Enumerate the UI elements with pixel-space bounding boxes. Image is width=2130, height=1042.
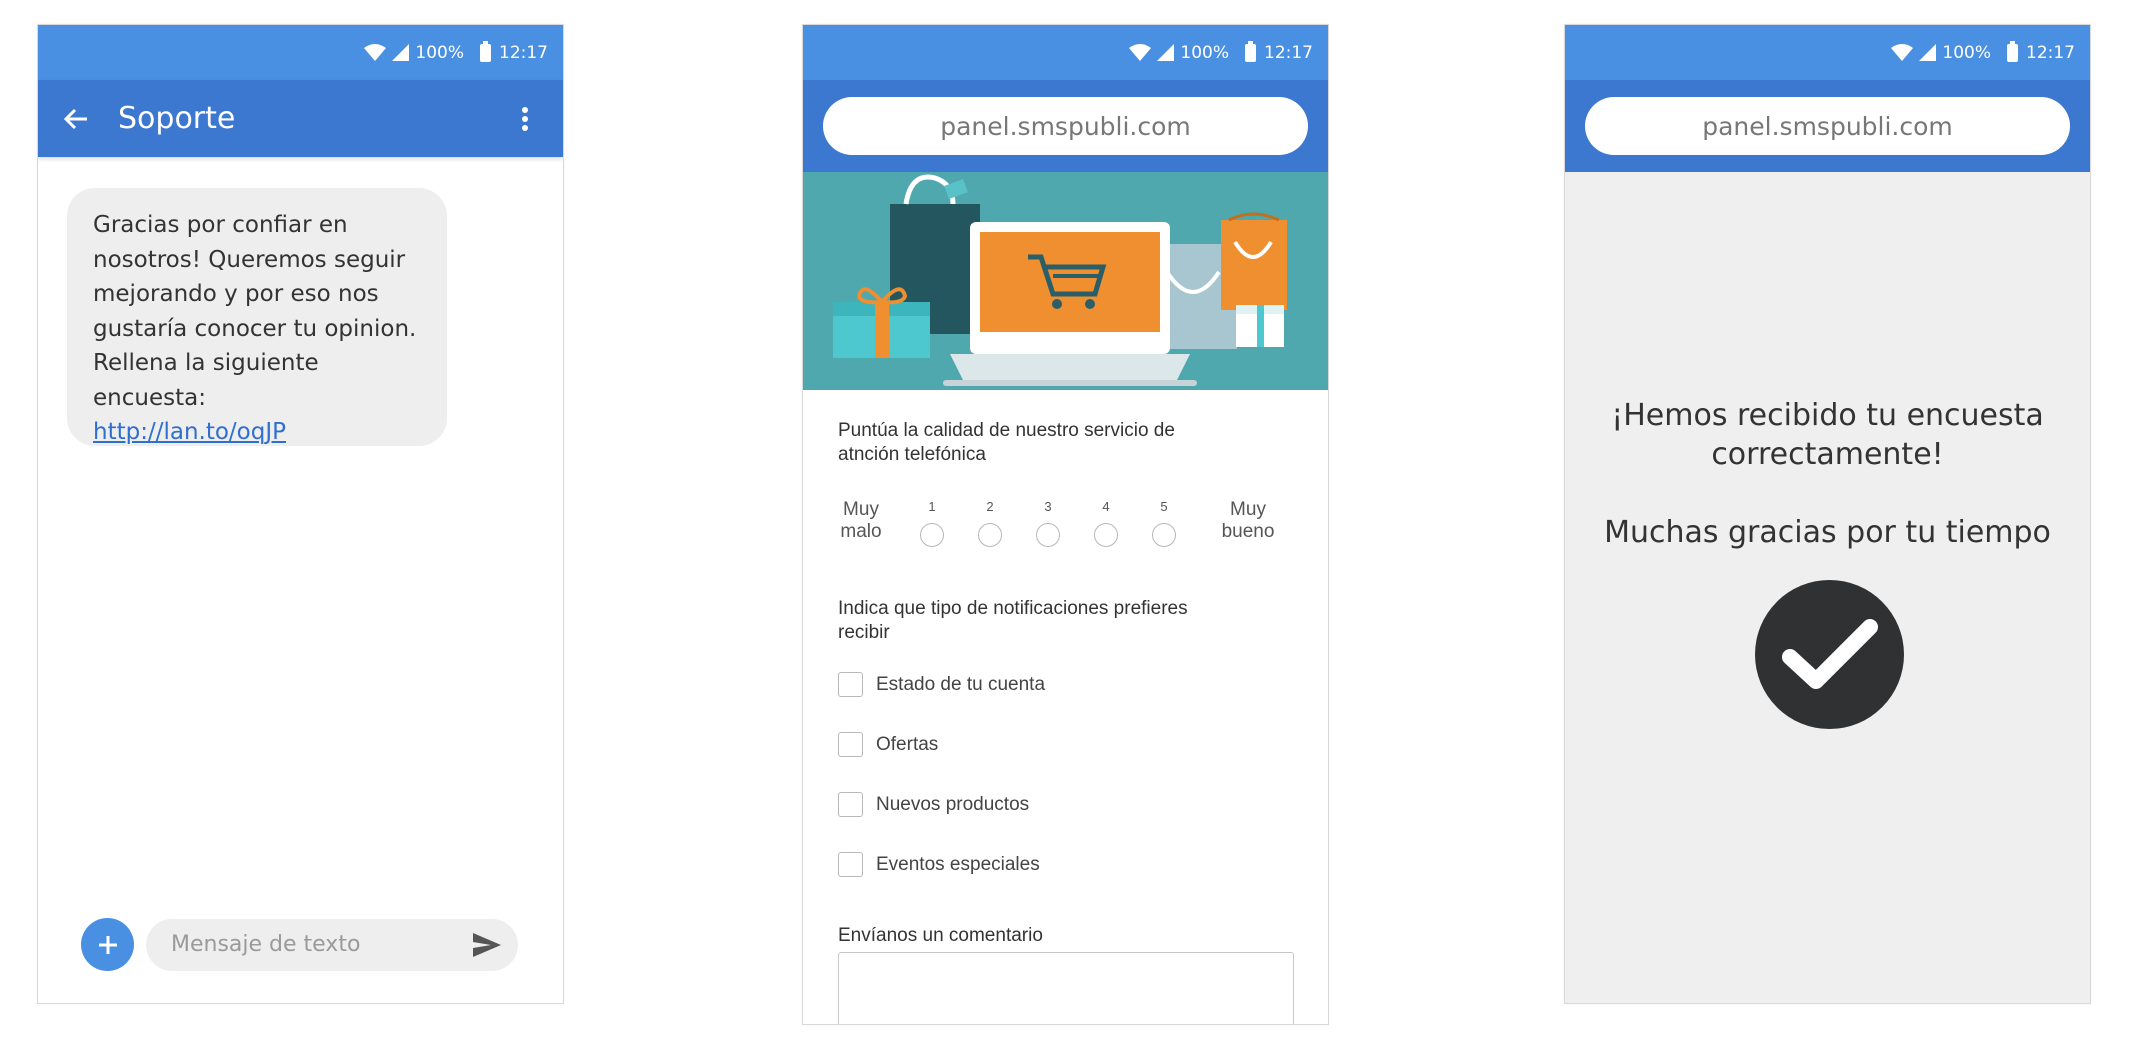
signal-icon — [1157, 44, 1175, 61]
scale-number-2: 2 — [986, 499, 994, 514]
wifi-icon — [364, 44, 387, 61]
app-bar: Soporte — [38, 80, 563, 157]
question-1-line: Puntúa la calidad de nuestro servicio de — [838, 420, 1175, 441]
url-field[interactable]: panel.smspubli.com — [823, 97, 1308, 155]
back-button[interactable] — [56, 99, 96, 139]
status-time: 12:17 — [2026, 42, 2075, 63]
shopping-illustration-art — [833, 174, 1287, 386]
conversation-title: Soporte — [118, 101, 236, 136]
survey-screen: 100% 12:17 panel.smspubli.com Puntúa la … — [802, 24, 1329, 1025]
battery-percent: 100% — [1942, 42, 1991, 63]
option-label: Nuevos productos — [876, 793, 1030, 815]
composer — [81, 918, 518, 971]
signal-icon — [392, 44, 410, 61]
status-bar: 100% 12:17 — [1565, 25, 2090, 80]
message-input[interactable] — [171, 932, 470, 957]
question-1-line: atnción telefónica — [838, 444, 986, 465]
comment-textarea[interactable] — [838, 952, 1294, 1024]
status-time: 12:17 — [1264, 42, 1313, 63]
confirmation-heading: ¡Hemos recibido tu encuesta correctament… — [1565, 396, 2090, 474]
scale-number-3: 3 — [1044, 499, 1052, 514]
sms-screen: 100% 12:17 Soporte Gracias por confiar e… — [37, 24, 564, 1004]
battery-icon — [2007, 40, 2018, 62]
status-time: 12:17 — [499, 42, 548, 63]
option-account-status[interactable]: Estado de tu cuenta — [838, 672, 1045, 697]
plus-icon — [98, 935, 117, 954]
send-button[interactable] — [470, 928, 504, 962]
question-2: Indica que tipo de notificaciones prefie… — [838, 597, 1188, 645]
option-label: Estado de tu cuenta — [876, 673, 1046, 695]
confirmation-line: ¡Hemos recibido tu encuesta — [1611, 398, 2044, 433]
option-label: Eventos especiales — [876, 853, 1040, 875]
scale-number-5: 5 — [1160, 499, 1168, 514]
question-2-line: recibir — [838, 622, 890, 643]
scale-low-word: malo — [840, 521, 882, 542]
message-field — [146, 918, 518, 971]
browser-bar: panel.smspubli.com — [803, 80, 1328, 172]
option-special-events[interactable]: Eventos especiales — [838, 852, 1040, 877]
survey-link[interactable]: http://lan.to/oqJP — [93, 419, 286, 445]
wifi-icon — [1129, 44, 1152, 61]
option-new-products[interactable]: Nuevos productos — [838, 792, 1029, 817]
question-1: Puntúa la calidad de nuestro servicio de… — [838, 419, 1175, 467]
message-line: gustaría conocer tu opinion. — [93, 315, 417, 342]
scale-low-word: Muy — [843, 499, 879, 520]
scale-high-label: Muy bueno — [1218, 499, 1278, 543]
battery-percent: 100% — [415, 42, 464, 63]
checkbox[interactable] — [838, 672, 863, 697]
checkmark-icon — [1781, 618, 1878, 689]
rating-radio-3[interactable] — [1036, 523, 1060, 547]
success-badge — [1755, 580, 1904, 729]
thanks-message: Muchas gracias por tu tiempo — [1604, 515, 2051, 550]
attach-button[interactable] — [81, 918, 134, 971]
scale-high-word: bueno — [1221, 521, 1275, 542]
confirmation-screen: 100% 12:17 panel.smspubli.com ¡Hemos rec… — [1564, 24, 2091, 1004]
message-line: nosotros! Queremos seguir — [93, 246, 406, 273]
question-2-line: Indica que tipo de notificaciones prefie… — [838, 598, 1188, 619]
message-bubble: Gracias por confiar en nosotros! Queremo… — [67, 188, 447, 446]
more-vert-icon — [522, 106, 528, 131]
scale-number-4: 4 — [1102, 499, 1110, 514]
message-line: Rellena la siguiente encuesta: — [93, 350, 319, 411]
rating-scale: Muy malo 1 2 3 4 5 Muy bueno — [831, 499, 1301, 559]
url-field[interactable]: panel.smspubli.com — [1585, 97, 2070, 155]
signal-icon — [1919, 44, 1937, 61]
battery-icon — [480, 40, 491, 62]
battery-percent: 100% — [1180, 42, 1229, 63]
message-line: mejorando y por eso nos — [93, 281, 379, 307]
back-arrow-icon — [63, 108, 87, 129]
battery-icon — [1245, 40, 1256, 62]
comment-label: Envíanos un comentario — [838, 925, 1043, 946]
status-bar: 100% 12:17 — [38, 25, 563, 80]
rating-radio-1[interactable] — [920, 523, 944, 547]
wifi-icon — [1891, 44, 1914, 61]
checkbox[interactable] — [838, 732, 863, 757]
send-icon — [473, 932, 501, 957]
status-bar: 100% 12:17 — [803, 25, 1328, 80]
option-label: Ofertas — [876, 733, 939, 755]
scale-low-label: Muy malo — [831, 499, 891, 543]
confirmation-line: correctamente! — [1711, 437, 1944, 472]
checkbox[interactable] — [838, 852, 863, 877]
option-offers[interactable]: Ofertas — [838, 732, 938, 757]
message-line: Gracias por confiar en — [93, 212, 348, 238]
rating-radio-2[interactable] — [978, 523, 1002, 547]
shopping-illustration — [803, 172, 1328, 390]
scale-high-word: Muy — [1230, 499, 1266, 520]
rating-radio-5[interactable] — [1152, 523, 1176, 547]
scale-number-1: 1 — [928, 499, 936, 514]
browser-bar: panel.smspubli.com — [1565, 80, 2090, 172]
checkbox[interactable] — [838, 792, 863, 817]
rating-radio-4[interactable] — [1094, 523, 1118, 547]
more-options-button[interactable] — [505, 99, 545, 139]
